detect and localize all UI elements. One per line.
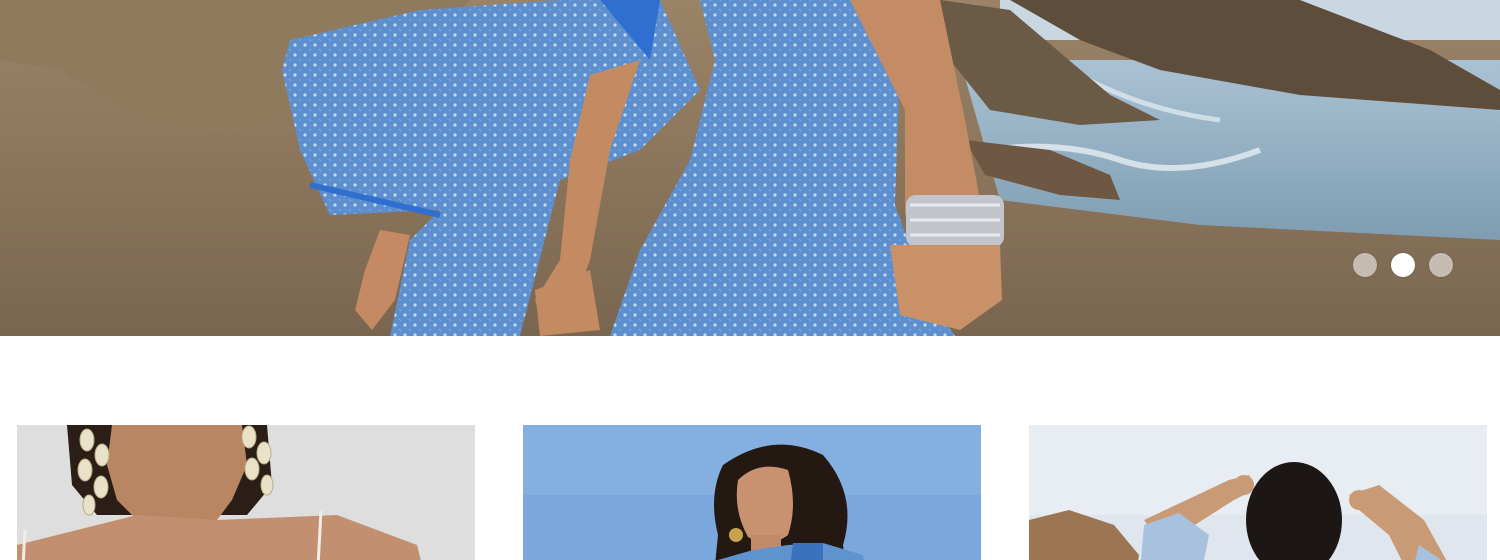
product-image-1 (17, 425, 475, 560)
product-card-3[interactable] (1029, 425, 1487, 560)
carousel-dot-2[interactable] (1391, 253, 1415, 277)
product-card-2[interactable] (523, 425, 981, 560)
product-image-3 (1029, 425, 1487, 560)
product-grid (17, 425, 1487, 560)
carousel-dots (1353, 253, 1453, 277)
carousel-dot-1[interactable] (1353, 253, 1377, 277)
hero-image (0, 0, 1500, 336)
product-image-2 (523, 425, 981, 560)
page (0, 0, 1500, 560)
product-card-1[interactable] (17, 425, 475, 560)
hero-banner[interactable] (0, 0, 1500, 336)
carousel-dot-3[interactable] (1429, 253, 1453, 277)
